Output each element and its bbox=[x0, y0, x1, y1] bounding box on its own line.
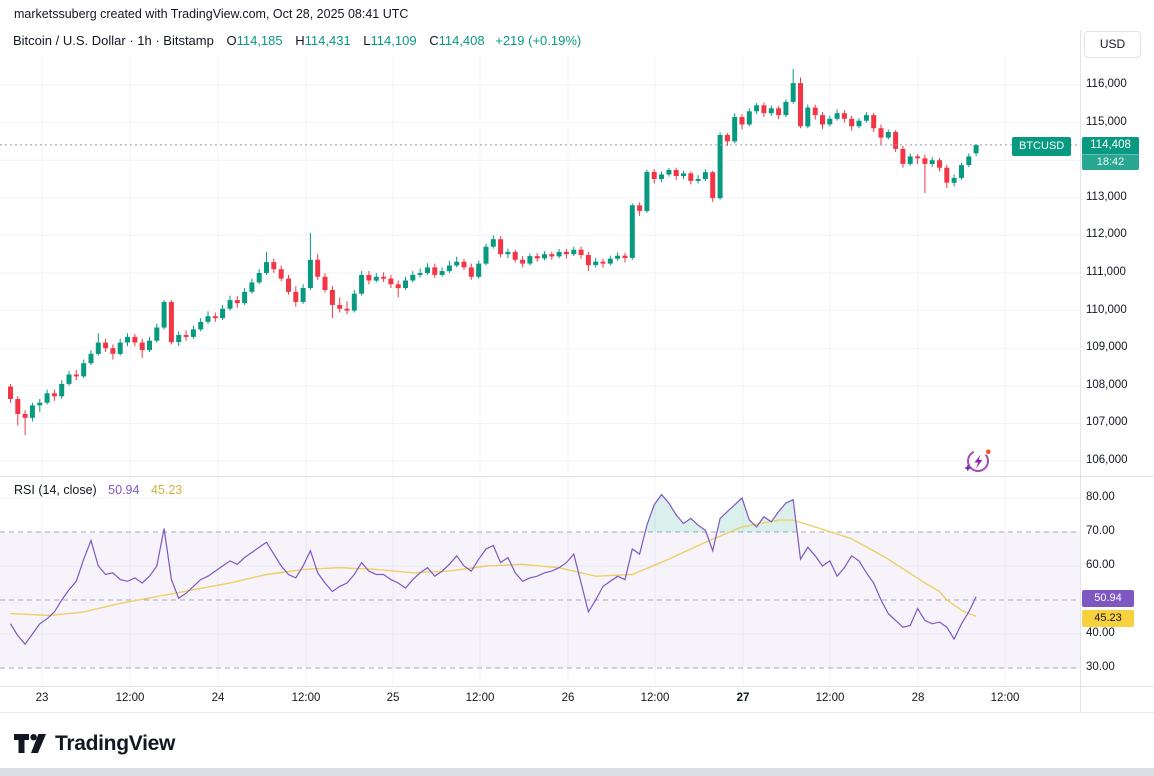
rsi-tick-label: 70.00 bbox=[1086, 525, 1115, 537]
time-tick-label: 24 bbox=[193, 692, 243, 704]
pane-separator[interactable] bbox=[0, 476, 1154, 477]
tradingview-logo-text: TradingView bbox=[55, 732, 175, 756]
price-tick-label: 116,000 bbox=[1086, 78, 1127, 90]
price-tick-label: 111,000 bbox=[1086, 266, 1126, 278]
time-tick-label: 26 bbox=[543, 692, 593, 704]
rsi-ma-badge: 45.23 bbox=[1082, 610, 1134, 627]
ohlc-open-label: O bbox=[226, 33, 236, 48]
symbol-title[interactable]: Bitcoin / U.S. Dollar · 1h · Bitstamp bbox=[13, 33, 214, 48]
time-tick-label: 23 bbox=[17, 692, 67, 704]
ohlc-low-label: L bbox=[363, 33, 370, 48]
rsi-legend[interactable]: RSI (14, close) 50.94 45.23 bbox=[14, 483, 182, 497]
bottom-strip bbox=[0, 768, 1154, 776]
last-price-symbol-badge: BTCUSD bbox=[1012, 137, 1071, 156]
time-tick-label: 12:00 bbox=[281, 692, 331, 704]
price-tick-label: 113,000 bbox=[1086, 191, 1127, 203]
change-value: +219 (+0.19%) bbox=[495, 33, 581, 48]
rsi-value: 50.94 bbox=[108, 483, 139, 497]
time-tick-label: 27 bbox=[718, 692, 768, 704]
price-tick-label: 110,000 bbox=[1086, 304, 1127, 316]
ohlc-low-value: 114,109 bbox=[371, 33, 417, 48]
time-tick-label: 28 bbox=[893, 692, 943, 704]
price-tick-label: 107,000 bbox=[1086, 416, 1128, 428]
tradingview-chart: marketssuberg created with TradingView.c… bbox=[0, 0, 1154, 776]
price-tick-label: 106,000 bbox=[1086, 454, 1128, 466]
tradingview-logo-icon bbox=[13, 731, 47, 757]
footer-border bbox=[0, 712, 1154, 713]
price-axis-border bbox=[1080, 30, 1081, 712]
price-tick-label: 109,000 bbox=[1086, 341, 1128, 353]
ohlc-close-value: 114,408 bbox=[439, 33, 485, 48]
time-tick-label: 25 bbox=[368, 692, 418, 704]
lightning-bolt-icon bbox=[975, 455, 983, 469]
time-tick-label: 12:00 bbox=[105, 692, 155, 704]
rsi-params: (14, close) bbox=[38, 483, 96, 497]
ohlc-open-value: 114,185 bbox=[237, 33, 283, 48]
price-axis[interactable] bbox=[1081, 30, 1154, 686]
price-tick-label: 112,000 bbox=[1086, 228, 1127, 240]
rsi-tick-label: 60.00 bbox=[1086, 559, 1115, 571]
last-price-badge: 114,408 18:42 bbox=[1082, 137, 1139, 170]
ohlc-high-value: 114,431 bbox=[305, 33, 351, 48]
price-tick-label: 115,000 bbox=[1086, 116, 1127, 128]
ohlc-high-label: H bbox=[295, 33, 304, 48]
time-tick-label: 12:00 bbox=[630, 692, 680, 704]
price-tick-label: 108,000 bbox=[1086, 379, 1128, 391]
rsi-tick-label: 40.00 bbox=[1086, 627, 1115, 639]
flash-dot bbox=[986, 450, 991, 455]
time-tick-label: 12:00 bbox=[805, 692, 855, 704]
chart-canvas[interactable] bbox=[0, 0, 1154, 776]
flash-icon[interactable] bbox=[962, 445, 994, 475]
time-tick-label: 12:00 bbox=[980, 692, 1030, 704]
time-tick-label: 12:00 bbox=[455, 692, 505, 704]
attribution: marketssuberg created with TradingView.c… bbox=[14, 7, 408, 21]
ohlc-close-label: C bbox=[429, 33, 438, 48]
time-axis-border bbox=[0, 686, 1154, 687]
rsi-title: RSI bbox=[14, 483, 35, 497]
rsi-ma-value: 45.23 bbox=[151, 483, 182, 497]
tradingview-logo[interactable]: TradingView bbox=[13, 731, 175, 757]
last-price-value: 114,408 bbox=[1082, 137, 1139, 154]
symbol-legend[interactable]: Bitcoin / U.S. Dollar · 1h · Bitstamp O1… bbox=[13, 33, 581, 48]
rsi-value-badge: 50.94 bbox=[1082, 590, 1134, 607]
bar-countdown: 18:42 bbox=[1082, 154, 1139, 170]
rsi-tick-label: 80.00 bbox=[1086, 491, 1115, 503]
flash-sparkle bbox=[964, 465, 971, 472]
rsi-tick-label: 30.00 bbox=[1086, 661, 1115, 673]
